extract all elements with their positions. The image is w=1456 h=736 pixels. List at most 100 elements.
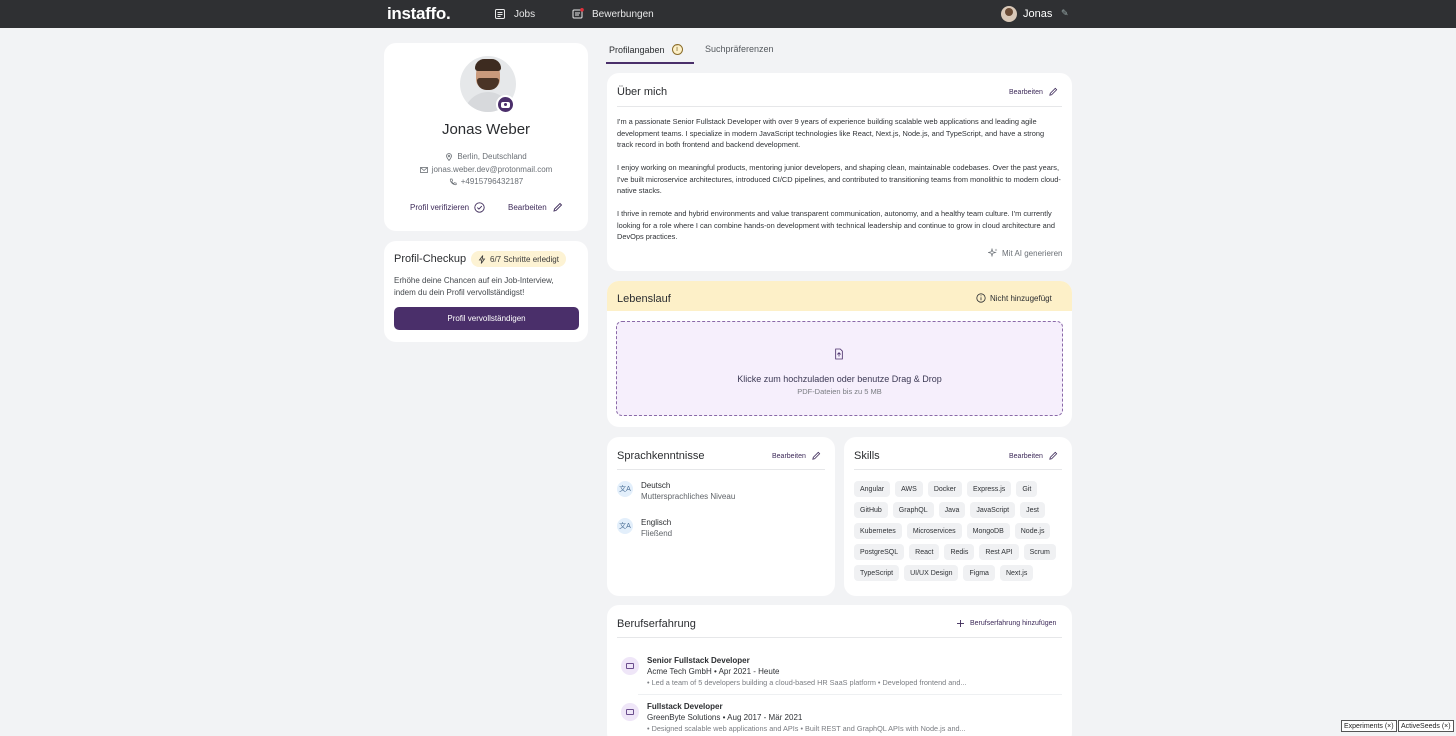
skill-chip: MongoDB bbox=[966, 523, 1010, 539]
tab-search-preferences-label: Suchpräferenzen bbox=[705, 44, 774, 54]
divider bbox=[638, 694, 1062, 695]
pencil-icon bbox=[1049, 451, 1058, 460]
upload-hint: PDF-Dateien bis zu 5 MB bbox=[797, 387, 882, 396]
experience-item[interactable]: Fullstack Developer GreenByte Solutions … bbox=[621, 701, 966, 734]
cv-title: Lebenslauf bbox=[617, 293, 671, 305]
logo[interactable]: instaffo. bbox=[387, 4, 451, 24]
experiments-toggle[interactable]: Experiments (×) bbox=[1341, 720, 1397, 732]
skills-title: Skills bbox=[854, 450, 880, 462]
email-text: jonas.weber.dev@protonmail.com bbox=[431, 165, 553, 174]
experience-title: Berufserfahrung bbox=[617, 618, 696, 630]
edit-skills-button[interactable]: Bearbeiten bbox=[1009, 451, 1058, 461]
skill-chip: UI/UX Design bbox=[904, 565, 959, 581]
document-icon bbox=[495, 9, 505, 19]
about-paragraph: I thrive in remote and hybrid environmen… bbox=[617, 209, 1055, 241]
file-upload-icon bbox=[835, 348, 843, 360]
skill-chip: Microservices bbox=[906, 523, 962, 539]
edit-profile-button[interactable]: Bearbeiten bbox=[508, 202, 563, 213]
experience-item[interactable]: Senior Fullstack Developer Acme Tech Gmb… bbox=[621, 655, 966, 688]
edit-about-label: Bearbeiten bbox=[1009, 88, 1043, 96]
language-switch-icon[interactable]: ✎ bbox=[1061, 8, 1069, 19]
skill-chip: Angular bbox=[854, 481, 891, 497]
divider bbox=[617, 637, 1062, 638]
info-icon bbox=[976, 293, 986, 303]
user-menu[interactable]: Jonas bbox=[1001, 0, 1052, 28]
language-level: Muttersprachliches Niveau bbox=[641, 492, 736, 501]
profile-location: Berlin, Deutschland bbox=[384, 152, 588, 161]
language-name: Englisch bbox=[641, 518, 672, 527]
profile-phone: +4915796432187 bbox=[384, 177, 588, 186]
nav-jobs[interactable]: Jobs bbox=[494, 0, 535, 28]
notification-dot bbox=[580, 8, 584, 12]
checkup-description: Erhöhe deine Chancen auf ein Job-Intervi… bbox=[394, 276, 554, 297]
top-navigation bbox=[0, 0, 1456, 28]
sparkle-icon bbox=[988, 248, 998, 258]
skill-chip: JavaScript bbox=[970, 502, 1016, 518]
skill-chip: Next.js bbox=[999, 565, 1034, 581]
camera-icon[interactable] bbox=[496, 95, 515, 114]
nav-applications[interactable]: Bewerbungen bbox=[572, 0, 654, 28]
skill-chip: TypeScript bbox=[854, 565, 900, 581]
active-tab-indicator bbox=[606, 62, 694, 64]
skill-chip: Scrum bbox=[1023, 544, 1056, 560]
checkup-progress-badge: 6/7 Schritte erledigt bbox=[471, 251, 566, 267]
briefcase-icon bbox=[621, 703, 639, 721]
check-circle-icon bbox=[474, 202, 485, 213]
applications-icon bbox=[572, 8, 584, 19]
edit-profile-label: Bearbeiten bbox=[508, 203, 547, 212]
divider bbox=[617, 106, 1062, 107]
lightning-icon bbox=[478, 254, 486, 264]
location-pin-icon bbox=[446, 152, 453, 161]
mail-icon bbox=[419, 166, 428, 173]
verify-profile-label: Profil verifizieren bbox=[410, 203, 470, 212]
generate-with-ai-button[interactable]: Mit AI generieren bbox=[988, 248, 1062, 258]
about-text: I'm a passionate Senior Fullstack Develo… bbox=[617, 116, 1062, 254]
pencil-icon bbox=[812, 451, 821, 460]
verify-profile-button[interactable]: Profil verifizieren bbox=[410, 202, 485, 213]
edit-languages-label: Bearbeiten bbox=[772, 452, 806, 460]
edit-about-button[interactable]: Bearbeiten bbox=[1009, 87, 1058, 97]
experience-company: Acme Tech GmbH • Apr 2021 - Heute bbox=[647, 667, 780, 676]
user-name: Jonas bbox=[1023, 8, 1053, 20]
divider bbox=[854, 469, 1062, 470]
edit-skills-label: Bearbeiten bbox=[1009, 452, 1043, 460]
tab-profile-details-label: Profilangaben bbox=[609, 44, 665, 55]
add-experience-button[interactable]: Berufserfahrung hinzufügen bbox=[956, 619, 1056, 628]
edit-languages-button[interactable]: Bearbeiten bbox=[772, 451, 821, 461]
cv-upload-dropzone[interactable] bbox=[616, 321, 1063, 416]
complete-profile-button[interactable]: Profil vervollständigen bbox=[394, 307, 579, 330]
tab-search-preferences[interactable]: Suchpräferenzen bbox=[705, 44, 774, 54]
experience-job-title: Fullstack Developer bbox=[647, 702, 723, 711]
skills-list: Angular AWS Docker Express.js Git GitHub… bbox=[854, 481, 1064, 581]
pencil-icon bbox=[1049, 87, 1058, 96]
avatar bbox=[1001, 6, 1017, 22]
experience-description: • Designed scalable web applications and… bbox=[647, 724, 966, 733]
divider bbox=[617, 469, 825, 470]
translate-icon: 文A bbox=[617, 518, 633, 534]
add-experience-label: Berufserfahrung hinzufügen bbox=[970, 620, 1057, 627]
experience-job-title: Senior Fullstack Developer bbox=[647, 656, 750, 665]
skill-chip: Figma bbox=[963, 565, 995, 581]
info-icon: i bbox=[671, 44, 683, 55]
active-seeds-toggle[interactable]: ActiveSeeds (×) bbox=[1398, 720, 1454, 732]
checkup-badge-text: 6/7 Schritte erledigt bbox=[490, 254, 559, 264]
language-item: 文A Englisch Fließend bbox=[617, 517, 672, 539]
experience-description: • Led a team of 5 developers building a … bbox=[647, 678, 967, 687]
skill-chip: Git bbox=[1016, 481, 1038, 497]
skill-chip: Redis bbox=[944, 544, 975, 560]
nav-applications-label: Bewerbungen bbox=[592, 8, 654, 20]
language-item: 文A Deutsch Muttersprachliches Niveau bbox=[617, 480, 735, 502]
language-level: Fließend bbox=[641, 529, 673, 538]
skill-chip: React bbox=[909, 544, 940, 560]
generate-with-ai-label: Mit AI generieren bbox=[1002, 248, 1063, 258]
skill-chip: GitHub bbox=[854, 502, 888, 518]
skill-chip: GraphQL bbox=[892, 502, 934, 518]
skill-chip: Java bbox=[938, 502, 966, 518]
plus-icon bbox=[957, 620, 964, 627]
cv-status: Nicht hinzugefügt bbox=[976, 293, 1052, 303]
skill-chip: Express.js bbox=[967, 481, 1012, 497]
profile-email: jonas.weber.dev@protonmail.com bbox=[384, 165, 588, 174]
upload-title: Klicke zum hochzuladen oder benutze Drag… bbox=[737, 374, 942, 384]
tab-profile-details[interactable]: Profilangaben i bbox=[609, 44, 683, 55]
location-text: Berlin, Deutschland bbox=[457, 152, 527, 161]
